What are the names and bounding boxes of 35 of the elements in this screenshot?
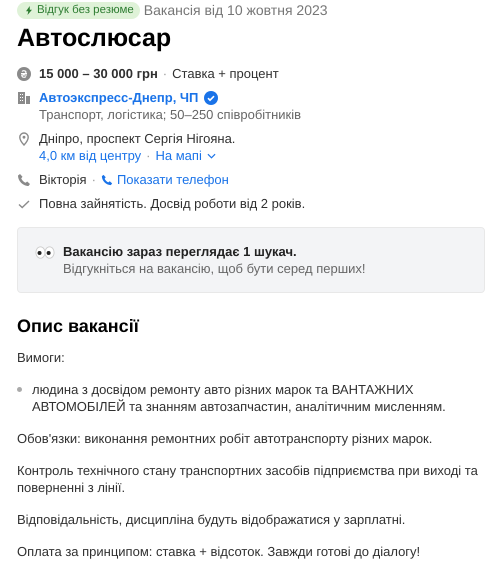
description-paragraph: Оплата за принципом: ставка + відсоток. Завжди готові до діалогу! <box>17 543 422 560</box>
separator-dot: · <box>162 66 168 81</box>
employment-info: Повна зайнятість. Досвід роботи від 2 років. <box>39 196 306 211</box>
company-link[interactable]: Автоэкспресс-Днепр, ЧП <box>39 89 198 106</box>
list-item: людина з досвідом ремонту авто різних марок та ВАНТАЖНИХ АВТОМОБІЛЕЙ та знанням автозапчастин, аналітичним мисленням. <box>32 381 447 415</box>
notice-text: Відгукніться на вакансію, щоб бути серед перших! <box>63 260 366 277</box>
notice-title: Вакансію зараз переглядає 1 шукач. <box>63 243 298 260</box>
salary-note: Ставка + процент <box>172 66 279 81</box>
contact-name: Вікторія <box>39 171 87 188</box>
verified-icon <box>204 90 218 104</box>
map-pin-icon <box>17 132 31 146</box>
bullet-dot <box>17 387 22 392</box>
job-title: Автослюсар <box>17 24 172 52</box>
address: Дніпро, проспект Сергія Нігояна. <box>39 130 236 147</box>
phone-icon <box>100 174 113 186</box>
company-info: Транспорт, логістика; 50–250 співробітників <box>39 106 302 123</box>
description-heading: Опис вакансії <box>17 315 140 337</box>
chevron-down-icon <box>206 152 216 158</box>
description-paragraph: Обов'язки: виконання ремонтних робіт автотранспорту різних марок. <box>17 430 434 447</box>
hryvnia-coin-icon <box>17 67 31 81</box>
description-paragraph: Контроль технічного стану транспортних засобів підприємства при виході та поверненні з лінії. <box>17 462 479 496</box>
eyes-icon <box>35 246 55 259</box>
show-phone-link[interactable]: Показати телефон <box>100 171 229 188</box>
distance-link[interactable]: 4,0 км від центру <box>39 147 142 164</box>
separator-dot: · <box>92 171 96 188</box>
description-paragraph: Відповідальність, дисципліна будуть відображатися у зарплатні. <box>17 511 406 528</box>
salary-amount: 15 000 – 30 000 грн <box>39 66 158 81</box>
lightning-icon <box>26 6 32 15</box>
building-icon <box>17 91 31 105</box>
map-link[interactable]: На мапі <box>156 147 216 164</box>
phone-icon <box>17 173 31 187</box>
description-paragraph: Вимоги: <box>17 349 66 366</box>
badge-label: Відгук без резюме <box>37 3 134 18</box>
separator-dot: · <box>146 147 151 164</box>
posted-date: Вакансія від 10 жовтня 2023 <box>144 2 328 19</box>
